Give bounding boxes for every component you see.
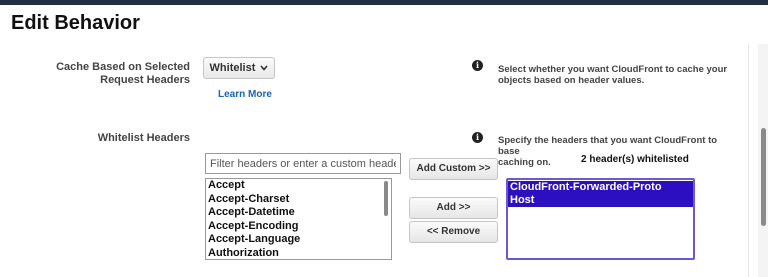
whitelist-headers-label: Whitelist Headers (97, 132, 190, 144)
info-icon[interactable]: i (472, 60, 483, 71)
list-item[interactable]: Accept-Datetime (206, 206, 391, 220)
panel-edge-divider (748, 44, 749, 277)
dropdown-selected-value: Whitelist (209, 62, 256, 74)
cache-setting-help-text: Select whether you want CloudFront to ca… (498, 64, 728, 86)
list-item[interactable]: Accept-Language (206, 233, 391, 247)
list-item[interactable]: Accept-Encoding (206, 220, 391, 234)
add-button[interactable]: Add >> (409, 197, 498, 219)
list-item[interactable]: Host (508, 194, 693, 207)
available-headers-scroll-thumb[interactable] (384, 181, 388, 216)
cache-headers-dropdown[interactable]: Whitelist (203, 57, 275, 79)
top-nav-bar (0, 0, 768, 5)
list-item[interactable]: CloudFront-Forwarded-Proto (508, 181, 693, 194)
whitelisted-count: 2 header(s) whitelisted (581, 154, 689, 165)
page-title: Edit Behavior (11, 12, 140, 34)
whitelisted-headers-list[interactable]: CloudFront-Forwarded-Proto Host (506, 178, 695, 260)
page-scrollbar-thumb[interactable] (761, 128, 766, 226)
header-filter-input[interactable] (205, 153, 401, 174)
list-item[interactable]: Accept-Charset (206, 193, 391, 207)
cache-based-on-headers-label: Cache Based on Selected Request Headers (56, 61, 190, 86)
add-custom-button[interactable]: Add Custom >> (409, 158, 498, 180)
available-headers-list[interactable]: Accept Accept-Charset Accept-Datetime Ac… (205, 178, 392, 260)
list-item[interactable]: Accept (206, 179, 391, 193)
info-icon[interactable]: i (472, 132, 483, 143)
remove-button[interactable]: << Remove (409, 221, 498, 243)
chevron-down-icon (260, 58, 269, 78)
learn-more-link[interactable]: Learn More (218, 89, 272, 100)
list-item[interactable]: Authorization (206, 247, 391, 259)
